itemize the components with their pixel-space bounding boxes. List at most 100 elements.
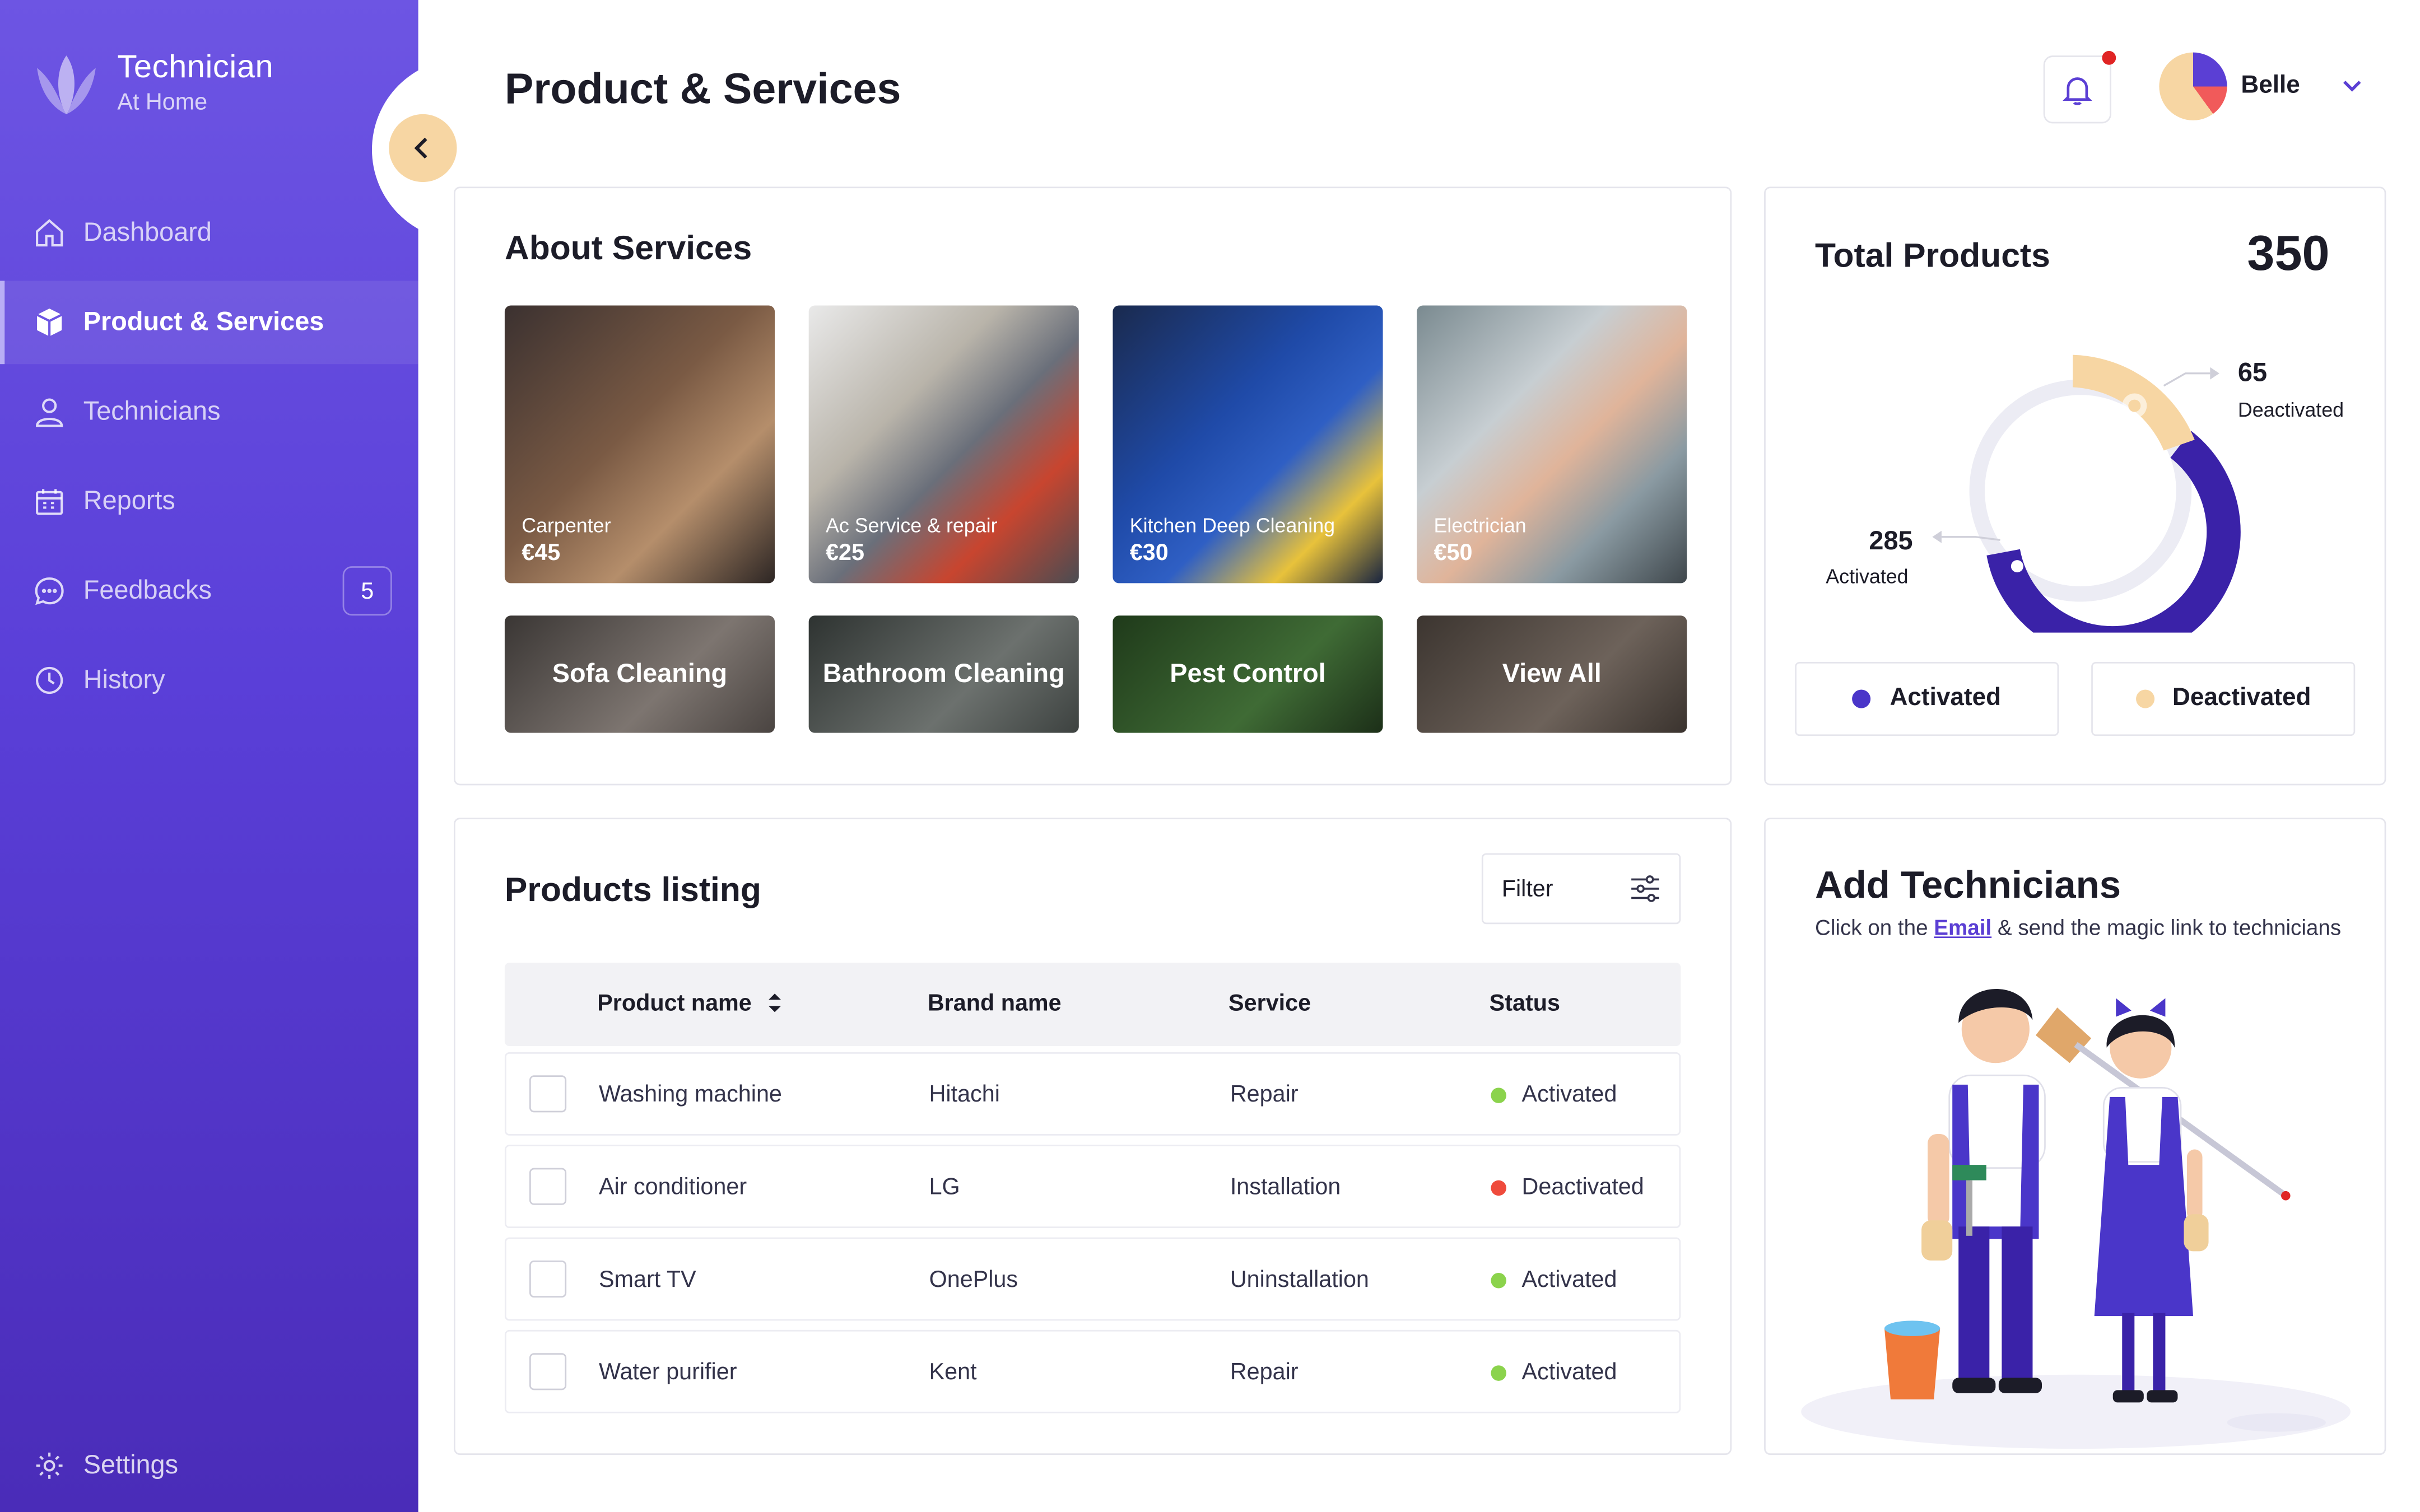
product-name-cell: Smart TV: [598, 1266, 696, 1293]
sidebar-item-history[interactable]: History: [0, 639, 418, 722]
table-row[interactable]: Smart TV OnePlus Uninstallation Activate…: [504, 1237, 1681, 1321]
service-tile-kitchen[interactable]: Kitchen Deep Cleaning €30: [1113, 305, 1383, 584]
sidebar-nav: Dashboard Product & Services Technicians…: [0, 192, 418, 729]
tile-caption: Electrician €50: [1434, 514, 1526, 566]
sub-after: & send the magic link to technicians: [1997, 914, 2342, 940]
gear-icon: [36, 1452, 63, 1479]
status-dot: [1491, 1088, 1506, 1103]
user-name: Belle: [2241, 72, 2300, 99]
user-menu[interactable]: Belle: [2159, 52, 2363, 120]
status-cell: Activated: [1521, 1266, 1617, 1293]
total-products-title: Total Products: [1814, 236, 2050, 275]
home-icon: [36, 219, 63, 247]
app-logo[interactable]: Technician At Home: [34, 49, 274, 117]
chevron-down-icon: [2343, 81, 2362, 92]
deactivated-value: 65: [2237, 358, 2268, 388]
technicians-illustration: [1801, 988, 2351, 1449]
service-name: Kitchen Deep Cleaning: [1129, 514, 1335, 537]
column-brand-name[interactable]: Brand name: [928, 991, 1062, 1017]
row-checkbox[interactable]: [529, 1353, 567, 1390]
service-tile-electrician[interactable]: Electrician €50: [1417, 305, 1687, 584]
table-row[interactable]: Washing machine Hitachi Repair Activated: [504, 1052, 1681, 1136]
brand-cell: Hitachi: [929, 1081, 1000, 1108]
deactivated-label: Deactivated: [2237, 398, 2344, 422]
service-tile-pest-control[interactable]: Pest Control: [1113, 615, 1383, 733]
row-checkbox[interactable]: [529, 1260, 567, 1298]
brand-cell: OnePlus: [929, 1266, 1018, 1293]
service-cell: Installation: [1230, 1174, 1341, 1201]
sidebar-item-label: Product & Services: [83, 307, 324, 337]
sidebar-item-label: Technicians: [83, 396, 221, 426]
tile-caption: Kitchen Deep Cleaning €30: [1130, 514, 1335, 566]
column-label: Product name: [597, 990, 752, 1017]
column-status[interactable]: Status: [1490, 991, 1560, 1017]
collapse-sidebar-button[interactable]: [389, 114, 457, 183]
activated-dot: [1853, 689, 1872, 708]
total-products-value: 350: [2247, 225, 2330, 281]
bell-icon: [2063, 77, 2092, 105]
sidebar-item-settings[interactable]: Settings: [34, 1450, 178, 1481]
tile-caption: Carpenter €45: [522, 514, 611, 566]
legend-activated-label: Activated: [1890, 685, 2002, 712]
activated-label: Activated: [1826, 564, 1909, 588]
activated-value: 285: [1869, 526, 1913, 556]
service-cell: Repair: [1230, 1081, 1299, 1108]
sidebar-item-reports[interactable]: Reports: [0, 460, 418, 543]
table-row[interactable]: Water purifier Kent Repair Activated: [504, 1329, 1681, 1413]
products-listing-title: Products listing: [504, 870, 761, 909]
service-price: €45: [522, 540, 561, 567]
email-link[interactable]: Email: [1934, 915, 1991, 940]
service-tile-carpenter[interactable]: Carpenter €45: [504, 305, 775, 584]
service-name: Carpenter: [522, 514, 611, 537]
column-service[interactable]: Service: [1228, 991, 1311, 1017]
product-name-cell: Water purifier: [598, 1359, 737, 1386]
add-technicians-title: Add Technicians: [1814, 864, 2121, 907]
row-checkbox[interactable]: [529, 1168, 567, 1205]
status-cell: Deactivated: [1521, 1174, 1644, 1201]
table-header: Product name Brand name Service Status: [504, 963, 1681, 1046]
service-price: €25: [825, 540, 864, 567]
app-subtitle: At Home: [117, 89, 208, 116]
about-services-title: About Services: [504, 228, 752, 267]
service-cell: Uninstallation: [1230, 1266, 1369, 1293]
row-checkbox[interactable]: [529, 1075, 567, 1113]
service-tile-bathroom-cleaning[interactable]: Bathroom Cleaning: [808, 615, 1079, 733]
sidebar-item-label: Reports: [83, 486, 175, 516]
notification-dot: [2102, 50, 2116, 65]
legend-deactivated-button[interactable]: Deactivated: [2091, 661, 2356, 736]
sidebar-item-feedbacks[interactable]: Feedbacks 5: [0, 549, 418, 633]
tile-label: Pest Control: [1170, 659, 1326, 688]
sub-before: Click on the: [1814, 914, 1928, 940]
app-title: Technician: [117, 49, 274, 85]
clock-icon: [36, 666, 63, 694]
service-cell: Repair: [1230, 1359, 1299, 1386]
deactivated-dot: [2135, 689, 2154, 708]
tile-label: View All: [1502, 659, 1602, 688]
chat-icon: [35, 577, 64, 605]
legend-deactivated-label: Deactivated: [2172, 685, 2311, 712]
service-tile-sofa-cleaning[interactable]: Sofa Cleaning: [504, 615, 775, 733]
service-price: €30: [1129, 540, 1169, 567]
table-row[interactable]: Air conditioner LG Installation Deactiva…: [504, 1145, 1681, 1229]
filter-button[interactable]: Filter: [1481, 853, 1681, 925]
legend-activated-button[interactable]: Activated: [1795, 661, 2059, 736]
page-title: Product & Services: [504, 64, 901, 113]
feedbacks-count-badge: 5: [342, 566, 392, 616]
service-tile-ac[interactable]: Ac Service & repair €25: [808, 305, 1079, 584]
status-dot: [1491, 1365, 1506, 1381]
notifications-button[interactable]: [2043, 50, 2116, 124]
sidebar-item-label: Dashboard: [83, 217, 212, 247]
view-all-button[interactable]: View All: [1417, 615, 1687, 733]
sidebar-item-product-services[interactable]: Product & Services: [0, 281, 418, 365]
sidebar-item-dashboard[interactable]: Dashboard: [0, 192, 418, 275]
status-dot: [1491, 1180, 1506, 1196]
column-product-name[interactable]: Product name: [597, 991, 783, 1017]
service-price: €50: [1434, 540, 1473, 567]
brand-cell: LG: [929, 1174, 960, 1201]
sliders-icon: [1631, 875, 1659, 902]
sidebar-item-label: Feedbacks: [83, 575, 212, 605]
tile-caption: Ac Service & repair €25: [826, 514, 998, 566]
sidebar-item-label: History: [83, 665, 165, 694]
product-name-cell: Air conditioner: [598, 1174, 747, 1201]
sidebar-item-technicians[interactable]: Technicians: [0, 370, 418, 454]
